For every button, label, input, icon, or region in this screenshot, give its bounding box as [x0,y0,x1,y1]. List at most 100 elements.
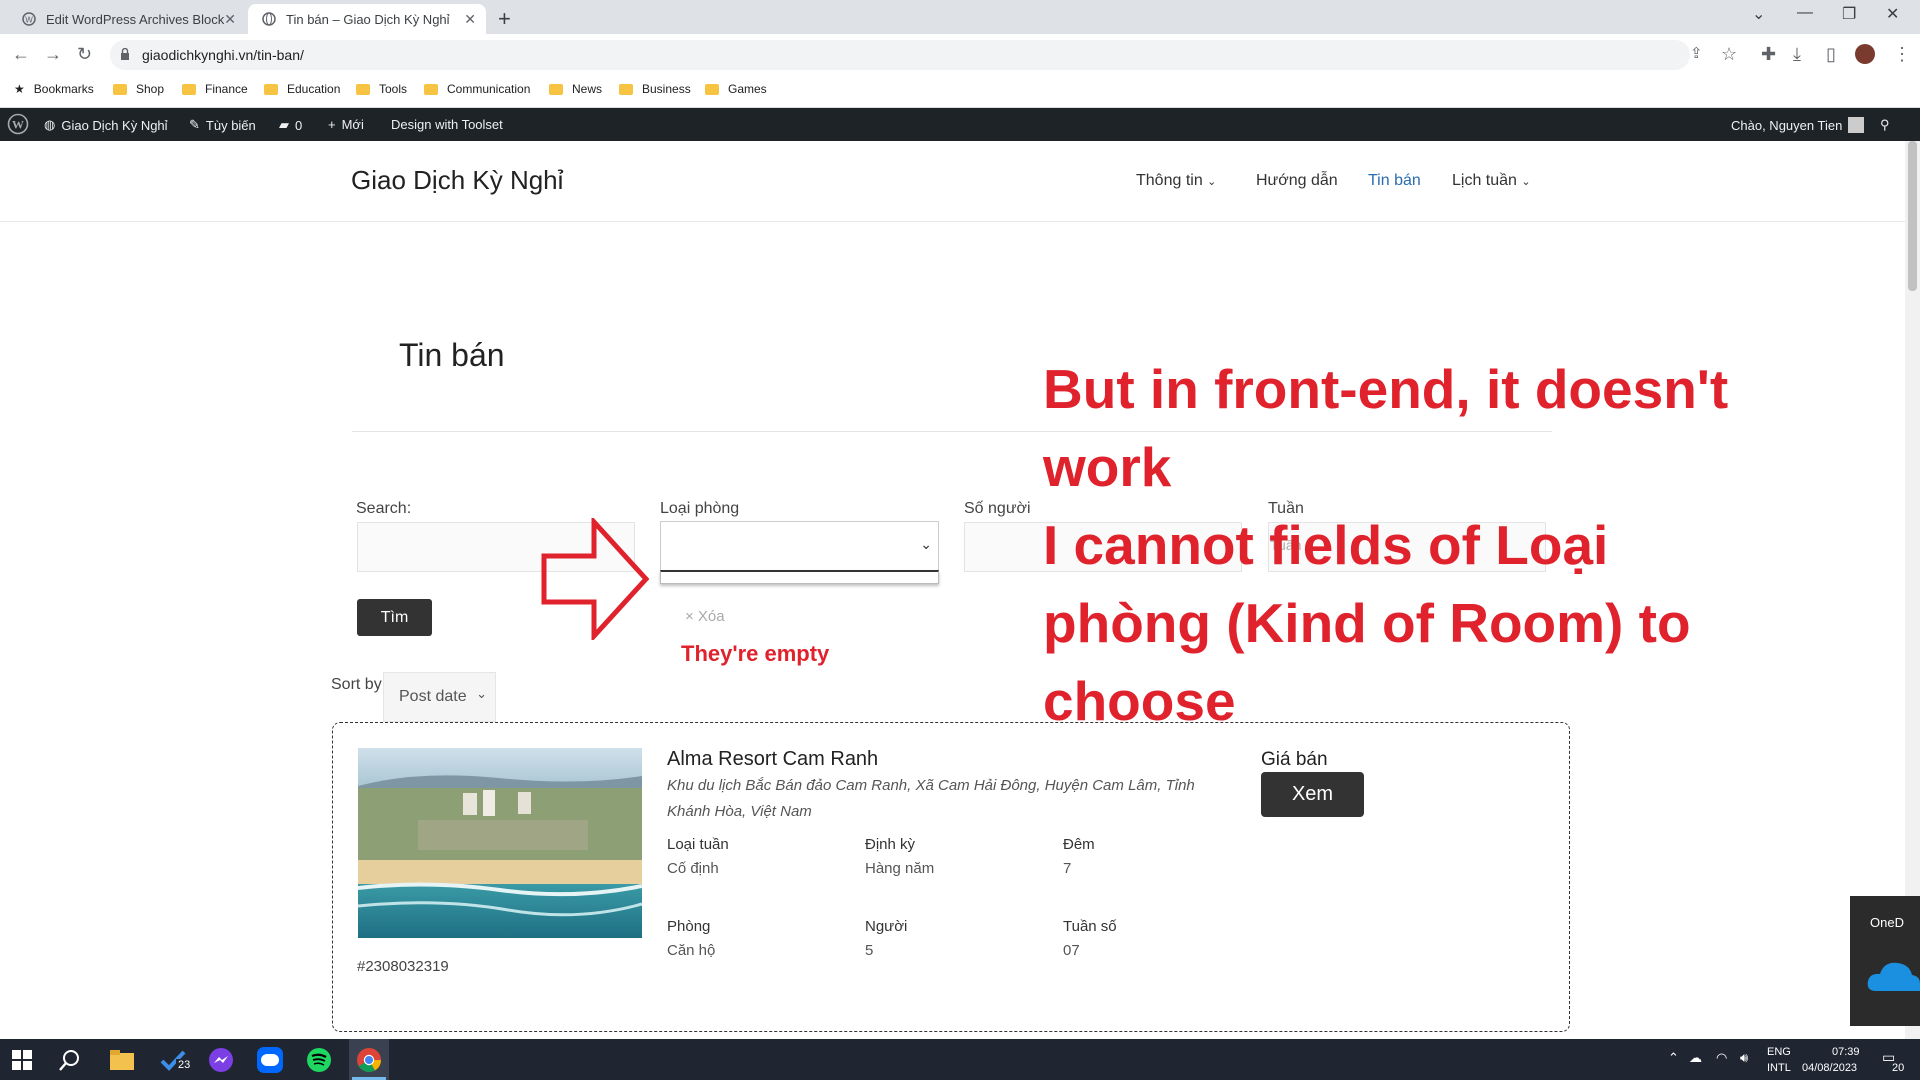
wifi-icon[interactable]: ◠ [1716,1050,1727,1066]
extensions-icon[interactable]: ✚ [1761,44,1776,65]
folder-icon [264,83,278,95]
minimize-button[interactable]: — [1797,4,1813,22]
annotation-line: But in front-end, it doesn't [1043,358,1729,420]
header-divider [0,221,1905,222]
tab-search-icon[interactable]: ⌄ [1752,4,1765,24]
annotation-line: choose [1043,670,1236,732]
download-icon[interactable]: ⤓ [1793,44,1801,65]
svg-text:W: W [12,118,24,132]
tab-tin-ban[interactable]: Tin bán – Giao Dịch Kỳ Nghỉ ✕ [248,4,486,34]
admin-toolset-link[interactable]: Design with Toolset [391,117,503,132]
dinh-ky-value: Hàng năm [865,860,935,877]
windows-taskbar [0,1039,1920,1080]
admin-site-name: Giao Dịch Kỳ Nghỉ [61,117,168,133]
search-button[interactable]: Tìm [357,599,432,636]
keyboard-layout[interactable]: INTL [1767,1062,1791,1074]
loai-tuan-label: Loại tuần [667,836,729,853]
admin-site-link[interactable]: ◍ Giao Dịch Kỳ Nghỉ [44,117,168,133]
search-label: Search: [356,500,412,517]
bookmarks-button[interactable]: ★ Bookmarks [14,82,94,96]
profile-avatar[interactable] [1855,44,1875,64]
tuan-so-label: Tuần số [1063,918,1117,935]
bookmark-folder-finance[interactable]: Finance [182,82,248,96]
phong-label: Phòng [667,918,711,935]
annotation-line: I cannot fields of Loại [1043,514,1609,576]
globe-icon [262,12,276,26]
language-code[interactable]: ENG [1767,1046,1791,1058]
avatar [1848,117,1865,133]
dem-label: Đêm [1063,836,1095,853]
bookmark-folder-business[interactable]: Business [619,82,691,96]
admin-account-link[interactable]: Chào, Nguyen Tien [1731,117,1865,133]
new-tab-button[interactable]: + [498,6,511,32]
menu-label: Thông tin [1136,172,1203,189]
messenger-icon[interactable] [208,1047,234,1073]
menu-label: Hướng dẫn [1256,172,1338,189]
file-explorer-icon[interactable] [110,1050,134,1070]
folder-icon [356,83,370,95]
wordpress-icon: W [22,12,36,26]
back-icon[interactable]: ← [12,44,30,65]
admin-search-icon[interactable]: ⚲ [1880,117,1890,133]
chevron-down-icon: ⌄ [1207,176,1217,188]
clear-filters-link[interactable]: × Xóa [685,608,725,625]
tuan-so-value: 07 [1063,942,1080,959]
scrollbar-thumb[interactable] [1908,141,1917,291]
resort-photo[interactable] [358,748,642,938]
onedrive-tray-icon[interactable]: ☁ [1689,1050,1702,1066]
bookmark-folder-tools[interactable]: Tools [356,82,407,96]
clock-date[interactable]: 04/08/2023 [1802,1062,1857,1074]
menu-item-thong-tin[interactable]: Thông tin ⌄ [1136,172,1216,190]
zalo-icon[interactable] [257,1047,283,1073]
menu-icon[interactable]: ⋮ [1893,44,1911,65]
tab-edit-archives[interactable]: W Edit WordPress Archives Block "T ✕ [8,4,246,34]
volume-icon[interactable]: 🔊︎ [1740,1050,1748,1066]
chrome-icon[interactable] [356,1047,382,1073]
reload-icon[interactable]: ↻ [77,44,92,65]
share-icon[interactable]: ⇪ [1690,44,1703,62]
bookmark-folder-communication[interactable]: Communication [424,82,530,96]
admin-new-link[interactable]: + Mới [328,117,364,132]
bookmark-folder-games[interactable]: Games [705,82,767,96]
bookmark-folder-news[interactable]: News [549,82,602,96]
chevron-down-icon: ⌄ [476,686,487,701]
folder-icon [424,83,438,95]
loai-phong-dropdown-empty[interactable] [660,570,939,584]
loai-phong-label: Loại phòng [660,500,740,517]
loai-phong-select[interactable]: ⌄ [660,521,939,571]
admin-customize-link[interactable]: ✎ Tùy biến [189,117,256,133]
admin-greeting: Chào, Nguyen Tien [1731,117,1843,133]
menu-item-tin-ban[interactable]: Tin bán [1368,172,1421,190]
forward-icon[interactable]: → [44,44,62,65]
spotify-icon[interactable] [306,1047,332,1073]
admin-customize-label: Tùy biến [205,117,256,133]
close-window-button[interactable]: ✕ [1886,4,1899,24]
notification-count: 20 [1892,1062,1905,1074]
wordpress-logo-icon[interactable]: W [7,113,29,135]
clock-time[interactable]: 07:39 [1832,1046,1860,1058]
onedrive-cloud-icon [1867,962,1920,991]
admin-comments-link[interactable]: ▰ 0 [279,117,302,133]
menu-item-huong-dan[interactable]: Hướng dẫn [1256,172,1338,190]
view-button[interactable]: Xem [1261,772,1364,817]
nguoi-value: 5 [865,942,874,959]
listing-id: #2308032319 [357,958,449,975]
site-title[interactable]: Giao Dịch Kỳ Nghỉ [351,165,563,196]
folder-icon [113,83,127,95]
maximize-button[interactable]: ❐ [1842,4,1856,24]
close-tab-icon[interactable]: ✕ [464,11,476,28]
sort-select[interactable]: Post date ⌄ [383,672,496,722]
annotation-explanation: But in front-end, it doesn't work I cann… [1043,350,1803,740]
menu-item-lich-tuan[interactable]: Lịch tuần ⌄ [1452,172,1531,190]
sidepanel-icon[interactable]: ▯ [1826,44,1836,65]
star-icon[interactable]: ☆ [1721,44,1737,65]
search-icon[interactable] [59,1049,81,1071]
address-bar[interactable] [110,40,1690,70]
bookmark-folder-shop[interactable]: Shop [113,82,164,96]
windows-start-icon[interactable] [12,1050,32,1070]
onedrive-label: OneD [1870,915,1904,930]
chevron-up-icon[interactable]: ⌃ [1668,1050,1679,1066]
bookmark-folder-education[interactable]: Education [264,82,340,96]
listing-title[interactable]: Alma Resort Cam Ranh [667,748,878,771]
close-tab-icon[interactable]: ✕ [224,11,236,28]
